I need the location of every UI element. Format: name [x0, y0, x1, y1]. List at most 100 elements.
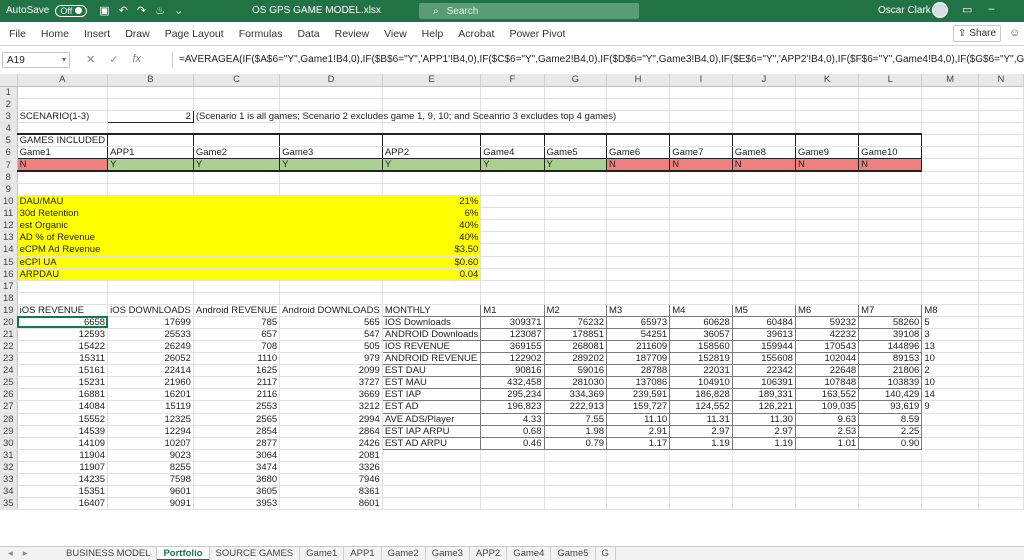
cell[interactable] [544, 449, 608, 462]
cell[interactable] [107, 231, 194, 245]
cell[interactable] [606, 171, 671, 185]
cell[interactable]: 0.68 [480, 424, 545, 438]
cell[interactable]: 785 [193, 316, 281, 329]
avatar[interactable] [932, 2, 948, 18]
cell[interactable]: iOS DOWNLOADS [107, 304, 194, 317]
cell[interactable] [978, 158, 1024, 172]
cell[interactable] [107, 183, 194, 197]
cell[interactable] [858, 256, 923, 269]
cell[interactable] [606, 485, 671, 499]
cell[interactable]: Game4 [480, 146, 545, 160]
cell[interactable] [193, 280, 281, 293]
sheet-tab[interactable]: Game1 [300, 546, 345, 560]
customize-toolbar-icon[interactable]: ⌄ [174, 4, 183, 17]
cell[interactable] [544, 256, 608, 269]
cell[interactable]: ANDROID Downloads [381, 327, 482, 342]
cell[interactable] [193, 86, 281, 99]
cell[interactable] [192, 133, 281, 148]
cell[interactable]: 163,552 [794, 388, 860, 402]
cell[interactable] [606, 268, 671, 281]
cell[interactable]: EST AD ARPU [381, 436, 482, 450]
cell[interactable] [978, 352, 1024, 366]
name-box[interactable]: A19 ▾ [2, 52, 70, 68]
cell[interactable]: 2565 [193, 413, 281, 426]
row-header[interactable]: 13 [0, 231, 18, 245]
column-header[interactable]: K [795, 74, 860, 87]
cell[interactable] [978, 134, 1024, 148]
row-header[interactable]: 17 [0, 280, 18, 293]
cell[interactable]: 1.01 [794, 436, 860, 450]
minimize-icon[interactable]: – [988, 3, 994, 16]
cell[interactable] [732, 207, 796, 221]
cell[interactable]: 3953 [193, 497, 281, 511]
cell[interactable] [107, 268, 194, 281]
cell[interactable]: Game9 [794, 146, 860, 160]
row-header[interactable]: 34 [0, 485, 18, 499]
cell[interactable]: AD % of Revenue [17, 231, 109, 245]
tab-file[interactable]: File [9, 28, 26, 40]
cell[interactable]: MONTHLY [381, 303, 482, 317]
autosave-toggle[interactable]: Off [55, 4, 88, 17]
cell[interactable]: 155608 [731, 352, 796, 366]
cell[interactable] [382, 171, 482, 185]
cell[interactable] [858, 98, 923, 111]
cell[interactable] [480, 497, 545, 511]
cell[interactable]: 2877 [193, 437, 281, 450]
cell[interactable] [606, 183, 671, 197]
cell[interactable] [193, 122, 281, 135]
cell[interactable]: 42232 [794, 327, 860, 342]
search-box[interactable]: ⌕ Search [419, 3, 639, 19]
cell[interactable] [921, 134, 979, 148]
cell[interactable]: 11907 [17, 461, 109, 474]
cell[interactable]: 547 [279, 328, 383, 342]
cell[interactable] [978, 388, 1024, 402]
sheet-tab[interactable]: Game4 [507, 546, 552, 560]
cell[interactable] [732, 461, 796, 474]
cell[interactable] [107, 195, 194, 209]
cell[interactable] [544, 122, 608, 135]
cell[interactable] [480, 256, 545, 269]
cell[interactable]: Y [480, 158, 545, 173]
cell[interactable] [978, 400, 1024, 414]
cell[interactable]: 309371 [480, 315, 545, 329]
cell[interactable]: IOS Downloads [381, 315, 482, 329]
cell[interactable]: 708 [193, 340, 281, 354]
cell[interactable] [978, 280, 1024, 293]
cell[interactable] [858, 231, 923, 245]
cell[interactable]: 40% [382, 219, 482, 233]
cell[interactable] [978, 86, 1024, 99]
cell[interactable]: 21% [382, 195, 482, 209]
cell[interactable] [732, 243, 796, 257]
cell[interactable] [921, 437, 979, 450]
cell[interactable] [732, 171, 796, 185]
cell[interactable] [669, 292, 733, 305]
cell[interactable]: 2426 [279, 437, 383, 450]
column-header[interactable]: D [279, 74, 383, 87]
cell[interactable] [382, 473, 482, 487]
cell[interactable] [107, 243, 194, 257]
cell[interactable]: M5 [731, 303, 796, 317]
cell[interactable] [544, 98, 608, 111]
cell[interactable] [795, 292, 860, 305]
cell[interactable] [921, 110, 979, 123]
cell[interactable] [480, 219, 545, 233]
cell[interactable] [921, 243, 979, 257]
cell[interactable] [382, 98, 482, 111]
cell[interactable] [978, 328, 1024, 342]
cell[interactable] [193, 171, 281, 185]
cell[interactable]: 109,035 [794, 400, 860, 414]
cell[interactable]: 281030 [543, 376, 608, 390]
cell[interactable] [858, 243, 923, 257]
cell[interactable] [193, 219, 280, 233]
cell[interactable] [795, 256, 860, 269]
cell[interactable] [480, 86, 545, 99]
cell[interactable] [480, 473, 545, 487]
cell[interactable]: 187709 [606, 352, 671, 366]
cell[interactable]: eCPM Ad Revenue [17, 243, 109, 257]
cell[interactable] [382, 292, 482, 305]
enter-check-icon[interactable]: ✓ [109, 53, 118, 66]
cell[interactable] [279, 133, 383, 148]
column-header[interactable]: I [669, 74, 733, 87]
tab-insert[interactable]: Insert [84, 28, 110, 40]
cell[interactable]: 10 [921, 352, 979, 366]
